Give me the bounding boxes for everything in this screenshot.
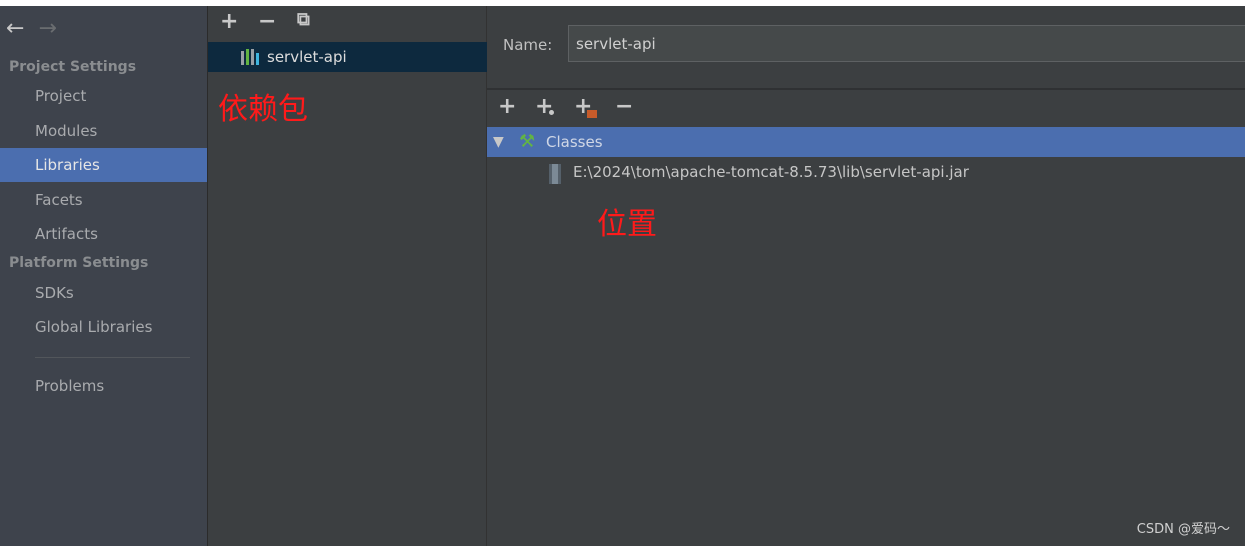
add-url-icon[interactable]: + [535, 94, 556, 119]
jar-icon [549, 164, 561, 184]
sidebar-item-facets[interactable]: Facets [0, 183, 207, 217]
tree-node-classes[interactable]: ▼ ⚒ Classes [487, 127, 1245, 157]
library-detail: Name: + + + − ▼ ⚒ Classes E:\2024\tom\ap… [487, 6, 1245, 546]
add-folder-icon[interactable]: + [574, 94, 597, 119]
sidebar-item-artifacts[interactable]: Artifacts [0, 217, 207, 251]
hammer-icon: ⚒ [519, 131, 536, 152]
remove-icon[interactable]: − [258, 9, 276, 34]
sidebar-item-problems[interactable]: Problems [0, 369, 207, 403]
name-input[interactable] [568, 25, 1245, 62]
divider [35, 357, 190, 358]
expand-triangle-icon[interactable]: ▼ [493, 127, 504, 157]
copy-icon[interactable]: ⧉ [297, 9, 310, 30]
sidebar-item-libraries[interactable]: Libraries [0, 148, 207, 182]
jar-path-item[interactable]: E:\2024\tom\apache-tomcat-8.5.73\lib\ser… [573, 163, 969, 181]
library-item-servlet-api[interactable]: servlet-api [208, 42, 487, 72]
annotation-dependency: 依赖包 [218, 92, 308, 127]
section-project-settings: Project Settings [9, 59, 137, 75]
library-label: servlet-api [267, 48, 347, 66]
libraries-panel: + − ⧉ servlet-api 依赖包 [207, 6, 487, 546]
arrow-right-icon[interactable]: → [38, 16, 56, 41]
settings-sidebar: ← → Project Settings Project Modules Libr… [0, 6, 207, 546]
library-icon [241, 49, 263, 65]
nav-buttons: ← → [6, 16, 71, 41]
sidebar-item-modules[interactable]: Modules [0, 114, 207, 148]
add-icon[interactable]: + [498, 94, 516, 119]
sidebar-item-project[interactable]: Project [0, 79, 207, 113]
remove-icon[interactable]: − [615, 94, 633, 119]
name-label: Name: [503, 36, 553, 54]
annotation-location: 位置 [597, 207, 657, 242]
classes-label: Classes [546, 133, 603, 151]
divider [487, 88, 1245, 90]
sidebar-item-sdks[interactable]: SDKs [0, 276, 207, 310]
arrow-left-icon[interactable]: ← [6, 16, 24, 41]
add-icon[interactable]: + [220, 9, 238, 34]
sidebar-item-global-libraries[interactable]: Global Libraries [0, 310, 207, 344]
section-platform-settings: Platform Settings [9, 255, 149, 271]
watermark: CSDN @爱码～ [1136, 522, 1230, 537]
